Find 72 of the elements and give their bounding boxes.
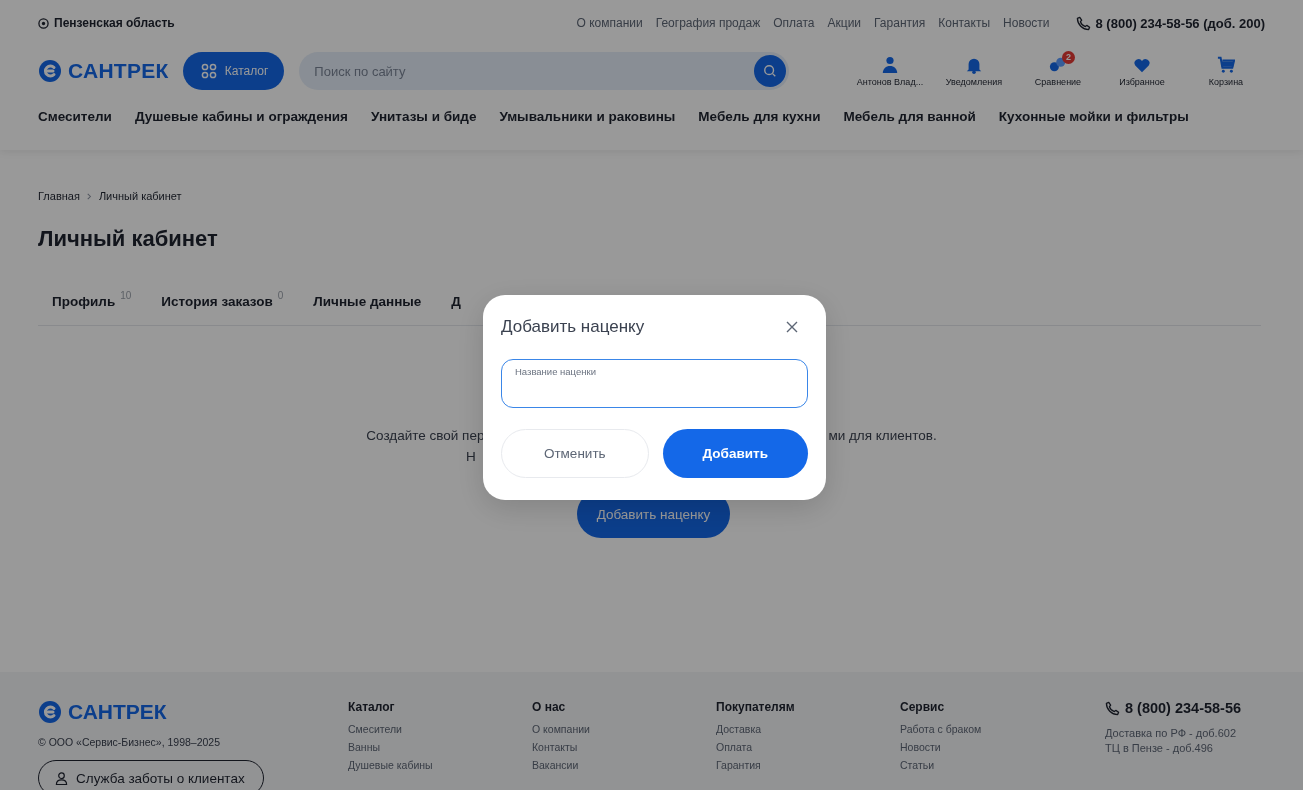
nav-link[interactable]: Контакты	[938, 16, 991, 30]
contact-note: Доставка по РФ - доб.602	[1105, 727, 1238, 739]
phone-icon	[1105, 700, 1120, 716]
category-link[interactable]: Мебель для ванной	[843, 108, 976, 124]
footer-heading: Покупателям	[716, 700, 796, 714]
user-icon	[881, 55, 899, 74]
search-icon	[763, 64, 778, 78]
count-badge: 2	[1062, 50, 1075, 64]
footer-heading: Каталог	[348, 700, 396, 714]
close-icon	[786, 321, 798, 333]
input-field[interactable]: Название наценки	[501, 359, 808, 408]
header-action[interactable]: Избранное	[1103, 55, 1181, 87]
logo-text[interactable]: САНТРЕК	[68, 59, 169, 83]
nav-link[interactable]: География продаж	[655, 16, 761, 30]
logo-icon	[38, 700, 62, 724]
header-action[interactable]: Корзина	[1187, 55, 1265, 87]
category-link[interactable]: Смесители	[38, 108, 112, 124]
category-link[interactable]: Душевые кабины и ограждения	[134, 108, 348, 124]
nav-link[interactable]: Новости	[1003, 16, 1050, 30]
category-link[interactable]: Мебель для кухни	[698, 108, 821, 124]
category-link[interactable]: Кухонные мойки и фильтры	[998, 108, 1189, 124]
phone-icon	[1075, 15, 1091, 31]
tab[interactable]: Д	[451, 294, 461, 325]
footer-heading: О нас	[532, 700, 567, 714]
nav-link[interactable]: О компании	[576, 16, 643, 30]
footer-link[interactable]: Ванны	[348, 741, 532, 753]
field-label: Название наценки	[515, 366, 597, 377]
header-action[interactable]: Антонов Влад...	[851, 55, 929, 87]
cancel-button[interactable]: Отменить	[501, 429, 649, 478]
footer-link[interactable]: Смесители	[348, 723, 532, 735]
user-icon	[55, 771, 68, 785]
breadcrumb-link[interactable]: Главная	[38, 190, 80, 202]
location-icon	[38, 17, 49, 29]
nav-link[interactable]: Оплата	[773, 16, 815, 30]
logo-text[interactable]: САНТРЕК	[68, 700, 167, 724]
chevron-icon	[85, 192, 93, 200]
footer-link[interactable]: Новости	[900, 741, 1084, 753]
grid-icon	[200, 63, 217, 79]
footer-link[interactable]: Душевые кабины	[348, 759, 532, 771]
region-link[interactable]: Пензенская область	[54, 16, 175, 30]
circles-icon	[1049, 55, 1067, 74]
nav-link[interactable]: Акции	[827, 16, 862, 30]
catalog-button[interactable]: Каталог	[182, 52, 285, 90]
tab-count: 10	[120, 290, 132, 303]
cart-icon	[1217, 55, 1235, 74]
close-button[interactable]	[786, 321, 798, 333]
description-text: ми для клиентов.	[828, 428, 937, 443]
footer-link[interactable]: Гарантия	[716, 759, 900, 771]
dialog-title: Добавить наценку	[501, 317, 645, 337]
description-text: Н	[466, 449, 476, 464]
footer-link[interactable]: Работа с браком	[900, 723, 1084, 735]
footer-link[interactable]: Статьи	[900, 759, 1084, 771]
category-link[interactable]: Умывальники и раковины	[499, 108, 676, 124]
page-title: Личный кабинет	[38, 226, 219, 252]
phone-number[interactable]: 8 (800) 234-58-56	[1125, 700, 1242, 716]
footer-link[interactable]: Вакансии	[532, 759, 716, 771]
logo-icon	[38, 59, 62, 83]
tab[interactable]: Личные данные	[313, 294, 422, 325]
footer-heading: Сервис	[900, 700, 946, 714]
contact-note: ТЦ в Пензе - доб.496	[1105, 742, 1214, 754]
search-field[interactable]: Поиск по сайту	[299, 52, 790, 90]
footer-link[interactable]: О компании	[532, 723, 716, 735]
submit-button[interactable]: Добавить	[662, 429, 808, 478]
footer-link[interactable]: Контакты	[532, 741, 716, 753]
phone-number[interactable]: 8 (800) 234-58-56 (доб. 200)	[1095, 15, 1265, 31]
copyright-text: © ООО «Сервис-Бизнес», 1998–2025	[38, 736, 222, 748]
header-action[interactable]: Уведомления	[935, 55, 1013, 87]
category-link[interactable]: Унитазы и биде	[371, 108, 477, 124]
footer-link[interactable]: Оплата	[716, 741, 900, 753]
nav-link[interactable]: Гарантия	[874, 16, 926, 30]
footer-link[interactable]: Доставка	[716, 723, 900, 735]
breadcrumb-link[interactable]: Личный кабинет	[98, 190, 182, 202]
